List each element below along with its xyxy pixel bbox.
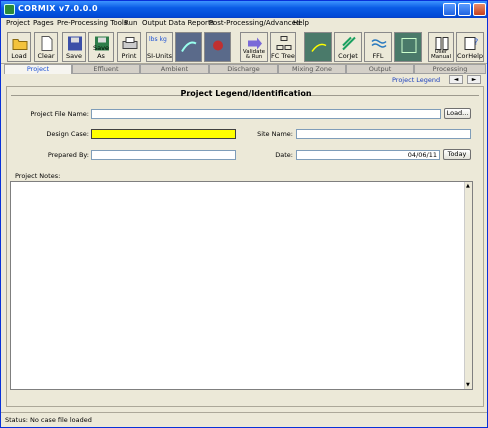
validate-run-button[interactable]: Validate & Run [240,32,268,62]
tab-ambient[interactable]: Ambient [140,64,209,74]
corhelp-button[interactable]: ? CorHelp [456,32,484,62]
toolbar: Load Clear Save Save As Print lbs kg SI-… [1,30,487,64]
next-page-button[interactable]: ► [467,75,481,84]
site-name-label: Site Name: [257,130,293,138]
scroll-down-icon[interactable]: ▼ [466,382,470,388]
fc-tree-button[interactable]: FC Tree [270,32,296,62]
si-units-button[interactable]: lbs kg SI-Units [146,32,173,62]
date-field[interactable]: 04/06/11 [296,150,440,160]
maximize-button[interactable] [458,3,471,16]
menu-project[interactable]: Project [6,19,30,27]
prev-page-button[interactable]: ◄ [449,75,463,84]
grid-plot-icon [401,38,417,53]
new-file-icon [41,36,53,51]
menu-bar: Project Pages Pre-Processing Tools Run O… [1,18,487,30]
ffl-button[interactable]: FFL [364,32,392,62]
tab-effluent[interactable]: Effluent [72,64,140,74]
main-window: CORMIX v7.0.0.0 Project Pages Pre-Proces… [0,0,488,428]
valve-icon [213,40,223,51]
design-case-field[interactable] [91,129,236,139]
jet-icon [342,36,356,51]
tab-discharge[interactable]: Discharge [209,64,278,74]
sub-navigation: Project Legend ◄ ► [1,75,487,85]
menu-postprocessing[interactable]: Post-Processing/Advanced [209,19,301,27]
scroll-up-icon[interactable]: ▲ [466,183,470,189]
prepared-by-field[interactable] [91,150,236,160]
user-manual-button[interactable]: User Manual [428,32,454,62]
status-bar: Status: No case file loaded [1,412,487,427]
corvue-button[interactable] [175,32,202,62]
menu-pages[interactable]: Pages [33,19,54,27]
printer-icon [122,37,138,49]
plume-icon [181,41,197,53]
load-file-button[interactable]: Load... [444,108,471,119]
site-name-field[interactable] [296,129,471,139]
floppy-icon [68,36,82,51]
section-label: Project Legend [392,76,441,84]
corjet-button[interactable]: CorJet [334,32,362,62]
units-toggle-icon: lbs kg [149,36,167,43]
close-button[interactable] [473,3,486,16]
svg-text:?: ? [474,38,478,47]
folder-icon [12,39,28,50]
plot-icon [311,43,327,52]
title-bar[interactable]: CORMIX v7.0.0.0 [1,1,487,18]
minimize-button[interactable] [443,3,456,16]
print-button[interactable]: Print [117,32,141,62]
tab-output[interactable]: Output [346,64,414,74]
corsens-button[interactable] [394,32,422,62]
today-button[interactable]: Today [443,149,471,160]
menu-help[interactable]: Help [293,19,309,27]
flowchart-icon [276,36,292,50]
clear-button[interactable]: Clear [34,32,58,62]
tab-processing[interactable]: Processing [414,64,486,74]
save-as-button[interactable]: Save As [88,32,114,62]
menu-output-reports[interactable]: Output Data Reports [142,19,214,27]
tab-project[interactable]: Project [4,64,72,74]
corvue-plot-button[interactable] [304,32,332,62]
menu-run[interactable]: Run [124,19,137,27]
status-text: Status: No case file loaded [5,416,92,424]
notes-scrollbar[interactable]: ▲ ▼ [464,182,472,389]
project-notes-textarea[interactable]: ▲ ▼ [10,181,473,390]
prepared-by-label: Prepared By: [47,151,89,159]
panel-heading: Project Legend/Identification [180,89,312,98]
menu-preprocessing[interactable]: Pre-Processing Tools [57,19,128,27]
page-tabs: Project Effluent Ambient Discharge Mixin… [1,64,487,75]
app-icon [4,4,15,15]
window-title: CORMIX v7.0.0.0 [18,4,98,13]
waves-icon [371,39,387,48]
save-button[interactable]: Save [62,32,86,62]
design-case-label: Design Case: [46,130,89,138]
load-button[interactable]: Load [7,32,31,62]
project-notes-label: Project Notes: [15,172,61,180]
help-book-icon: ? [464,37,478,50]
project-file-label: Project File Name: [30,110,89,118]
tab-mixing-zone[interactable]: Mixing Zone [278,64,346,74]
project-file-field[interactable] [91,109,441,119]
date-label: Date: [275,151,293,159]
corsym-button[interactable] [204,32,231,62]
